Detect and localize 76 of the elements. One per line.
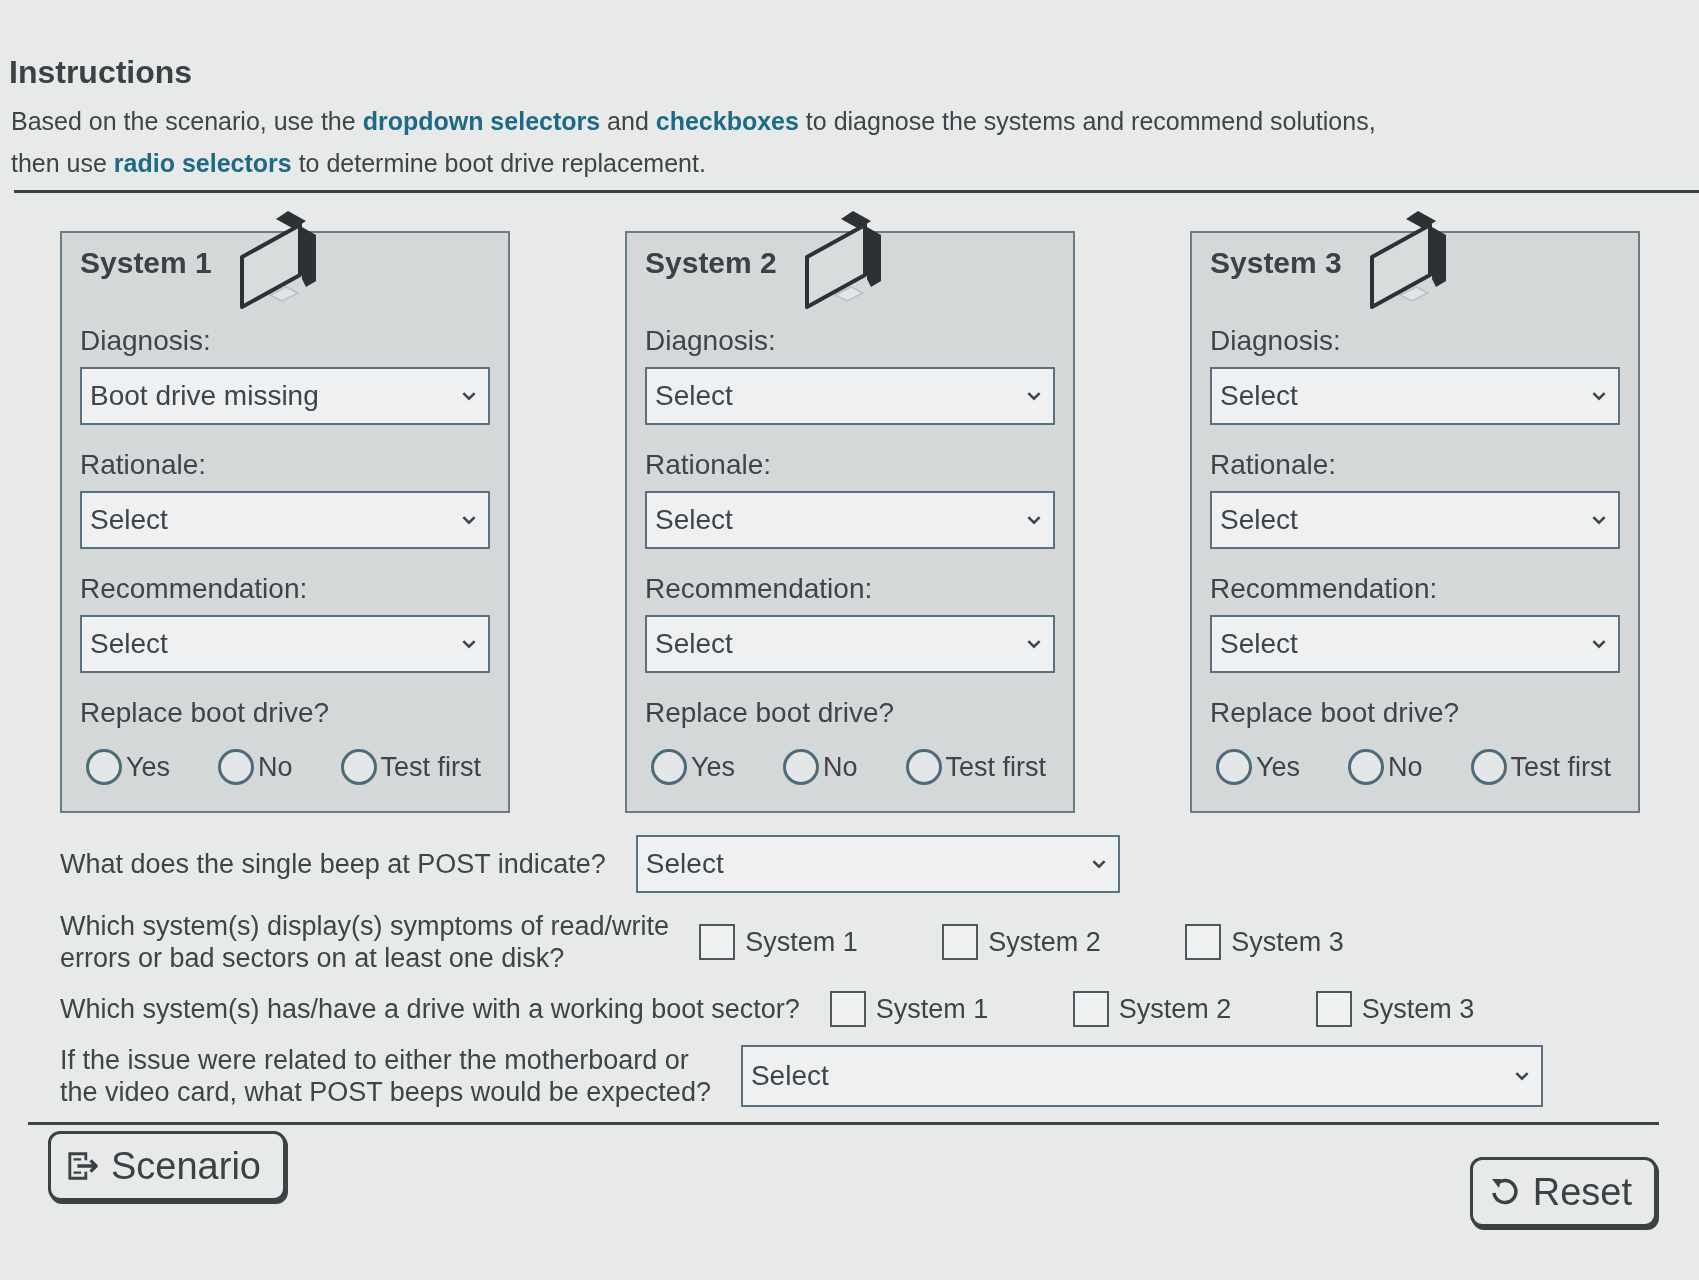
checkbox[interactable] [829,991,866,1027]
chevron-icon [1592,639,1606,649]
checkbox[interactable] [1072,991,1109,1027]
scenario-button[interactable]: Scenario [48,1131,286,1201]
checkbox-label: System 2 [1118,993,1232,1026]
radio-button[interactable] [1348,749,1385,785]
field-label: Recommendation: [1210,572,1439,606]
dropdown[interactable]: Select [1210,491,1620,549]
system-title: System 2 [645,245,777,281]
radio-label: Yes [1256,751,1301,784]
radio-label: Yes [126,751,171,784]
radio-label: No [258,751,293,784]
dropdown[interactable]: Select [1210,615,1620,673]
radio-button[interactable] [1470,749,1507,785]
question-text: If the issue were related to either the motherboard or the video card, what POST beeps would be expected? [60,1044,711,1108]
radio-button[interactable] [218,749,255,785]
dropdown[interactable]: Select [635,835,1120,893]
dropdown[interactable]: Select [740,1045,1543,1107]
reset-button[interactable]: Reset [1469,1157,1657,1227]
radio-label: Test first [1510,751,1612,784]
field-label: Replace boot drive? [645,696,896,730]
field-label: Recommendation: [80,572,309,606]
checkbox-label: System 1 [875,993,989,1026]
field-label: Recommendation: [645,572,874,606]
field-label: Diagnosis: [80,324,212,358]
instructions-title: Instructions [9,53,194,92]
instructions-text: Based on the scenario, use the dropdown selectors and checkboxes to diagnose the systems and recommend solutions, then use radio selectors to determine boot drive replacement. [11,106,1377,179]
checkbox-label: System 2 [988,926,1101,959]
radio-label: Test first [945,751,1047,784]
system-title: System 1 [80,245,212,281]
chevron-icon [1091,859,1106,869]
radio-button[interactable] [905,749,942,785]
radio-button[interactable] [1216,749,1252,785]
checkbox[interactable] [1315,991,1352,1027]
document-arrow-icon [67,1150,99,1182]
checkbox-label: System 3 [1361,993,1475,1026]
chevron-icon [1592,515,1606,525]
chevron-icon [462,391,476,401]
radio-label: No [823,751,858,784]
dropdown[interactable]: Select [645,491,1055,549]
field-label: Rationale: [645,448,773,482]
chevron-icon [462,515,476,525]
checkbox[interactable] [942,924,979,960]
chevron-icon [1514,1071,1529,1081]
chevron-icon [462,639,476,649]
dropdown[interactable]: Select [80,491,490,549]
checkbox[interactable] [1185,924,1222,960]
chevron-icon [1027,391,1041,401]
radio-button[interactable] [651,749,687,785]
dropdown[interactable]: Select [80,615,490,673]
field-label: Replace boot drive? [80,696,331,730]
question-text: What does the single beep at POST indicate? [60,848,606,880]
question-text: Which system(s) has/have a drive with a working boot sector? [60,993,800,1025]
chevron-icon [1027,639,1041,649]
radio-label: No [1388,751,1423,784]
radio-button[interactable] [783,749,820,785]
chevron-icon [1592,391,1606,401]
field-label: Diagnosis: [645,324,777,358]
radio-button[interactable] [86,749,122,785]
radio-label: Test first [380,751,482,784]
radio-label: Yes [691,751,736,784]
dropdown[interactable]: Boot drive missing [80,367,490,425]
checkbox-label: System 3 [1231,926,1344,959]
field-label: Replace boot drive? [1210,696,1461,730]
chevron-icon [1027,515,1041,525]
field-label: Rationale: [1210,448,1338,482]
radio-button[interactable] [340,749,377,785]
field-label: Diagnosis: [1210,324,1342,358]
dropdown[interactable]: Select [645,367,1055,425]
field-label: Rationale: [80,448,208,482]
question-text: Which system(s) display(s) symptoms of read/write errors or bad sectors on at least one disk? [60,910,670,974]
checkbox[interactable] [699,924,736,960]
dropdown[interactable]: Select [1210,367,1620,425]
checkbox-label: System 1 [745,926,858,959]
system-title: System 3 [1210,245,1342,281]
dropdown[interactable]: Select [645,615,1055,673]
